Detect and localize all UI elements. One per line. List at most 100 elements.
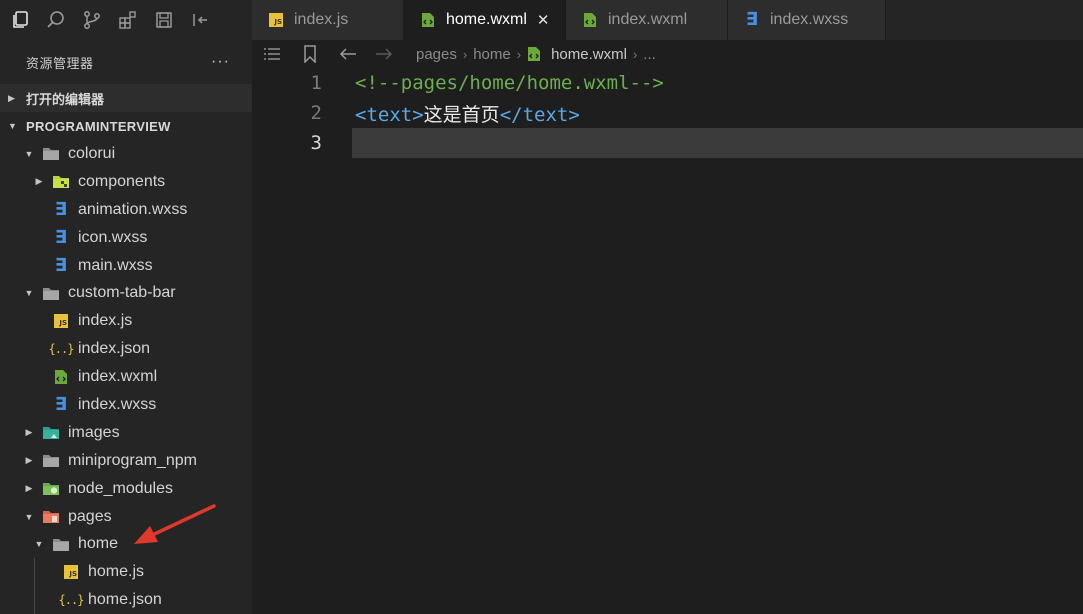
forward-arrow-icon[interactable]	[374, 44, 394, 64]
tree-file[interactable]: JS home.js	[0, 558, 252, 586]
line-number: 1	[310, 72, 322, 94]
wxss-file-icon: ∃	[54, 198, 68, 220]
tree-item-label: index.js	[78, 312, 133, 330]
tab-index-wxml[interactable]: index.wxml	[566, 0, 728, 40]
wxml-file-icon	[52, 368, 70, 386]
tab-index-wxss[interactable]: ∃ index.wxss	[728, 0, 886, 40]
chevron-right-icon: ▶	[25, 427, 33, 438]
source-control-icon[interactable]	[82, 10, 102, 30]
tab-index-js[interactable]: JS index.js	[252, 0, 404, 40]
open-editors-section[interactable]: ▶ 打开的编辑器	[0, 84, 252, 112]
chevron-down-icon: ▼	[24, 288, 34, 299]
tag-bracket: <	[355, 103, 367, 126]
wxml-file-icon	[527, 46, 543, 62]
tree-item-label: images	[68, 423, 120, 441]
json-file-icon: {..}	[58, 593, 85, 608]
tab-home-wxml[interactable]: home.wxml ✕	[404, 0, 566, 40]
folder-icon	[42, 145, 60, 163]
chevron-right-icon: ›	[462, 46, 468, 62]
bookmark-icon[interactable]	[300, 44, 320, 64]
tree-folder[interactable]: ▶ components	[0, 168, 252, 196]
tree-item-label: icon.wxss	[78, 228, 148, 246]
close-icon[interactable]: ✕	[537, 11, 550, 29]
tab-label: index.wxml	[608, 11, 688, 28]
chevron-right-icon: ▶	[8, 92, 15, 103]
tree-item-label: index.wxss	[78, 395, 157, 413]
breadcrumb-current-file[interactable]: home.wxml	[551, 46, 627, 63]
project-section[interactable]: ▼ PROGRAMINTERVIEW	[0, 112, 252, 140]
tree-file[interactable]: {..} index.json	[0, 335, 252, 363]
code-content: <text>这是首页</text>	[355, 100, 580, 127]
breadcrumb-item-pages[interactable]: pages	[416, 46, 457, 63]
js-file-icon: JS	[52, 312, 70, 330]
folder-icon	[42, 284, 60, 302]
files-icon[interactable]	[10, 10, 30, 30]
tag-bracket: >	[412, 103, 424, 126]
wxss-file-icon: ∃	[54, 226, 68, 248]
tree-file[interactable]: JS index.js	[0, 307, 252, 335]
annotation-arrow-icon	[134, 504, 216, 544]
chevron-down-icon: ▼	[34, 539, 44, 550]
text-content: 这是首页	[423, 103, 500, 126]
tree-item-label: miniprogram_npm	[68, 451, 197, 469]
chevron-down-icon: ▼	[8, 121, 18, 131]
breadcrumb-item-home[interactable]: home	[473, 46, 511, 63]
folder-icon	[52, 535, 70, 553]
wxss-file-icon: ∃	[745, 9, 759, 30]
tag-bracket: </	[499, 103, 523, 126]
tree-file[interactable]: ∃ index.wxss	[0, 391, 252, 419]
chevron-right-icon: ›	[632, 46, 638, 62]
extensions-icon[interactable]	[118, 10, 138, 30]
tree-item-label: index.json	[78, 340, 151, 358]
code-line-1[interactable]: 1 <!--pages/home/home.wxml-->	[252, 68, 1083, 98]
line-number: 2	[310, 102, 322, 124]
tree-item-label: components	[78, 172, 166, 190]
tree-file[interactable]: ∃ main.wxss	[0, 252, 252, 280]
breadcrumb-ellipsis[interactable]: ...	[643, 46, 656, 63]
js-file-icon: JS	[62, 563, 80, 581]
back-arrow-icon[interactable]	[338, 44, 358, 64]
search-icon[interactable]	[46, 10, 66, 30]
chevron-down-icon: ▼	[24, 148, 34, 159]
tree-folder[interactable]: ▼ custom-tab-bar	[0, 279, 252, 307]
tree-item-label: home.js	[88, 563, 145, 581]
explorer-header: 资源管理器 ···	[0, 40, 252, 84]
code-line-2[interactable]: 2 <text>这是首页</text>	[252, 98, 1083, 128]
tree-folder[interactable]: ▼ colorui	[0, 140, 252, 168]
tree-folder[interactable]: ▶ node_modules	[0, 475, 252, 503]
js-file-icon: JS	[268, 12, 284, 28]
tree-folder[interactable]: ▶ miniprogram_npm	[0, 447, 252, 475]
tag-name: text	[366, 103, 413, 126]
more-actions-icon[interactable]: ···	[211, 53, 230, 71]
tag-bracket: >	[568, 103, 580, 126]
wxss-file-icon: ∃	[54, 393, 68, 415]
components-folder-icon	[52, 173, 70, 191]
tree-file[interactable]: ∃ animation.wxss	[0, 196, 252, 224]
open-editors-label: 打开的编辑器	[26, 91, 105, 107]
line-number: 3	[310, 132, 322, 154]
project-label: PROGRAMINTERVIEW	[26, 118, 171, 134]
explorer-title: 资源管理器	[26, 55, 94, 71]
tree-file[interactable]: ∃ icon.wxss	[0, 224, 252, 252]
wxml-file-icon	[420, 12, 436, 28]
wxss-file-icon: ∃	[54, 254, 68, 276]
code-editor[interactable]: 1 <!--pages/home/home.wxml--> 2 <text>这是…	[252, 68, 1083, 614]
tab-label: index.js	[294, 11, 349, 28]
tree-folder[interactable]: ▶ images	[0, 419, 252, 447]
save-icon[interactable]	[154, 10, 174, 30]
tab-label: home.wxml	[446, 11, 527, 28]
collapse-panel-icon[interactable]	[190, 10, 210, 30]
chevron-right-icon: ▶	[35, 176, 43, 187]
tree-file[interactable]: index.wxml	[0, 363, 252, 391]
pages-folder-icon	[42, 508, 60, 526]
outline-list-icon[interactable]	[262, 44, 282, 64]
activity-bar	[0, 0, 252, 40]
sidebar: 资源管理器 ··· ▶ 打开的编辑器 ▼ PROGRAMINTERVIEW ▼ c…	[0, 0, 252, 614]
tree-file[interactable]: {..} home.json	[0, 586, 252, 614]
folder-icon	[42, 452, 60, 470]
tree-item-label: pages	[68, 507, 112, 525]
code-line-3[interactable]: 3	[252, 128, 1083, 158]
tab-bar: JS index.js home.wxml ✕ index.wxml ∃ index.wxs…	[252, 0, 1083, 40]
tree-item-label: node_modules	[68, 479, 173, 497]
chevron-right-icon: ›	[516, 46, 522, 62]
